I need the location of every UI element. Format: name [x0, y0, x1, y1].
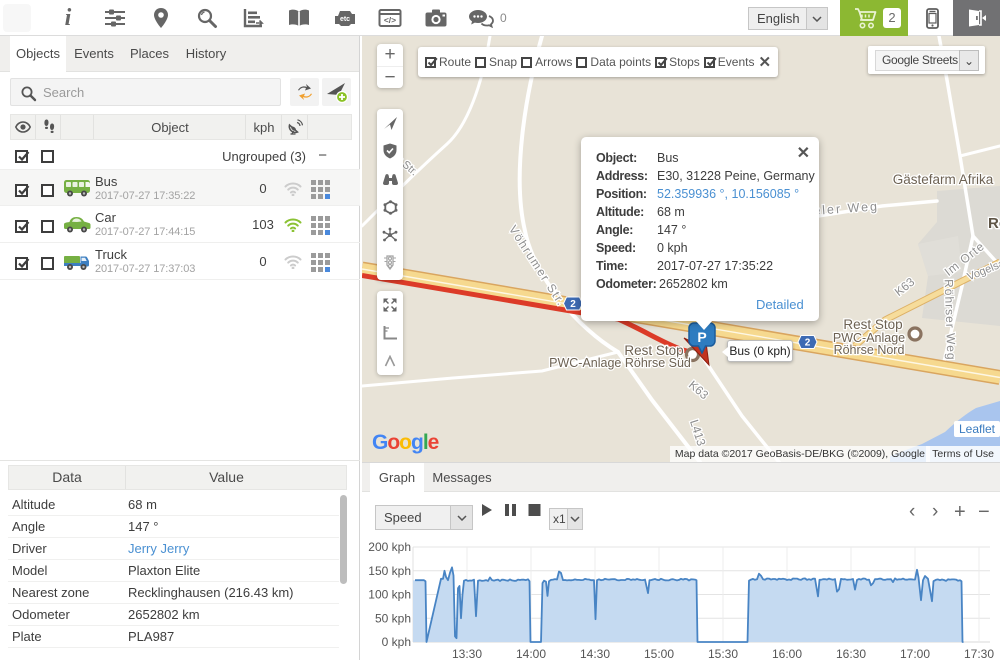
svg-text:PWC-Anlage Röhrse Süd: PWC-Anlage Röhrse Süd	[549, 356, 691, 370]
svg-text:P: P	[697, 329, 706, 345]
svg-text:0 kph: 0 kph	[382, 635, 411, 649]
svg-text:2: 2	[570, 299, 576, 310]
svg-text:50 kph: 50 kph	[375, 611, 411, 625]
svg-text:16:00: 16:00	[772, 647, 802, 661]
svg-text:100 kph: 100 kph	[368, 588, 411, 602]
svg-text:13:30: 13:30	[452, 647, 482, 661]
svg-text:16:30: 16:30	[836, 647, 866, 661]
svg-text:</>: </>	[384, 15, 396, 25]
svg-text:150 kph: 150 kph	[368, 564, 411, 578]
svg-text:L413: L413	[687, 418, 709, 448]
svg-text:17:00: 17:00	[900, 647, 930, 661]
svg-text:2: 2	[805, 338, 811, 349]
svg-text:15:30: 15:30	[708, 647, 738, 661]
svg-text:Gästefarm Afrika: Gästefarm Afrika	[893, 172, 994, 187]
svg-text:K63: K63	[892, 275, 918, 299]
svg-text:14:30: 14:30	[580, 647, 610, 661]
svg-text:200 kph: 200 kph	[368, 540, 411, 554]
svg-text:Röhrse Nord: Röhrse Nord	[834, 343, 905, 357]
svg-text:17:30: 17:30	[964, 647, 994, 661]
svg-text:Rest Stop: Rest Stop	[843, 317, 902, 332]
svg-text:K63: K63	[686, 378, 712, 403]
svg-text:14:00: 14:00	[516, 647, 546, 661]
svg-text:etc: etc	[340, 16, 350, 23]
svg-text:15:00: 15:00	[644, 647, 674, 661]
svg-text:Rö: Rö	[988, 215, 1000, 232]
svg-text:Röhrser Weg: Röhrser Weg	[942, 279, 959, 361]
